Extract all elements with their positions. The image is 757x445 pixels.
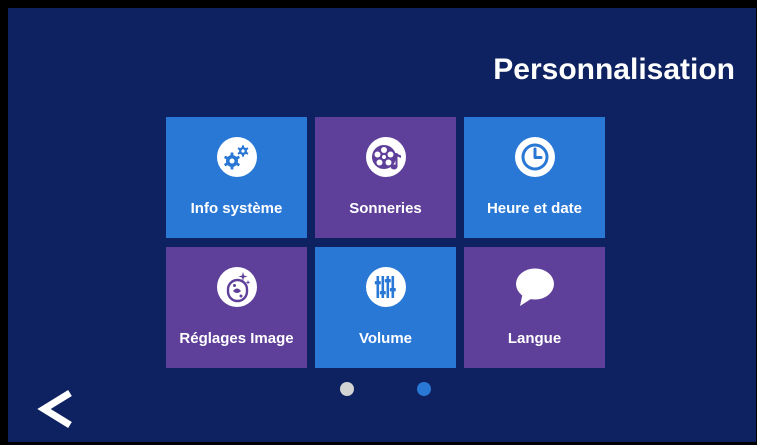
tile-heure-et-date[interactable]: Heure et date: [464, 117, 605, 238]
tile-info-systeme[interactable]: Info système: [166, 117, 307, 238]
tile-label: Heure et date: [486, 200, 583, 217]
tile-label: Volume: [358, 330, 413, 347]
tile-label: Réglages Image: [179, 330, 294, 347]
page-indicator-1[interactable]: [340, 382, 354, 396]
tile-reglages-image[interactable]: Réglages Image: [166, 247, 307, 368]
settings-grid: Info système Sonneries Heure et date Rég…: [166, 117, 606, 369]
back-button[interactable]: [36, 390, 76, 428]
music-reel-icon: [365, 137, 406, 177]
tile-label: Langue: [507, 330, 562, 347]
equalizer-icon: [365, 267, 406, 307]
page-indicator-2[interactable]: [417, 382, 431, 396]
tile-sonneries[interactable]: Sonneries: [315, 117, 456, 238]
tile-label: Sonneries: [349, 200, 422, 217]
tile-label: Info système: [190, 200, 283, 217]
chevron-left-icon: [36, 390, 76, 428]
gears-icon: [216, 137, 257, 177]
image-adjust-icon: [216, 267, 257, 307]
clock-icon: [514, 137, 555, 177]
speech-bubble-icon: [515, 267, 555, 307]
tile-volume[interactable]: Volume: [315, 247, 456, 368]
personalization-screen: Personnalisation Info système Sonneries …: [0, 0, 757, 445]
page-title: Personnalisation: [493, 53, 735, 86]
tile-langue[interactable]: Langue: [464, 247, 605, 368]
